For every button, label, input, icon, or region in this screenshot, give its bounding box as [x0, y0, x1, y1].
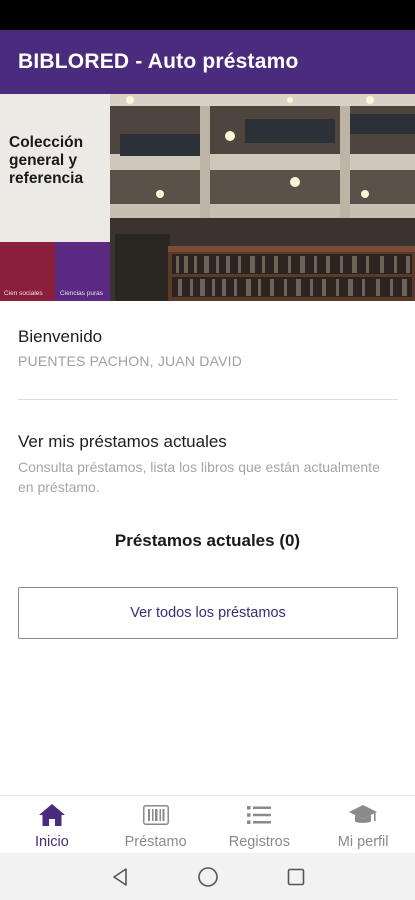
- nav-item-inicio[interactable]: Inicio: [0, 796, 104, 853]
- nav-label-mi-perfil: Mi perfil: [337, 834, 389, 850]
- welcome-block: Bienvenido PUENTES PACHON, JUAN DAVID: [18, 327, 242, 369]
- user-name: PUENTES PACHON, JUAN DAVID: [18, 353, 243, 369]
- nav-item-prestamo[interactable]: Préstamo: [104, 796, 208, 853]
- divider: [18, 399, 398, 400]
- welcome-title: Bienvenido: [18, 327, 103, 346]
- recents-square-icon[interactable]: [283, 864, 309, 890]
- library-photo: [0, 94, 415, 301]
- list-icon: [247, 803, 272, 827]
- barcode-icon: [142, 803, 169, 827]
- graduation-cap-icon: [348, 803, 378, 827]
- loans-section-title: Ver mis préstamos actuales: [18, 432, 227, 451]
- system-navigation-bar: [0, 853, 415, 900]
- app-title: BIBLORED - Auto préstamo: [18, 50, 299, 73]
- home-circle-icon[interactable]: [195, 864, 221, 890]
- nav-item-mi-perfil[interactable]: Mi perfil: [311, 796, 415, 853]
- hero-label-left: Cien sociales: [4, 290, 43, 297]
- hero-sign-text: Colección general y referencia: [9, 134, 84, 187]
- bottom-nav: Inicio Préstamo Registros Mi perfil: [0, 795, 415, 853]
- hero-image: Colección general y referencia Cien soci…: [0, 94, 415, 301]
- nav-label-registros: Registros: [228, 834, 290, 850]
- current-loans-count: Préstamos actuales (0): [114, 531, 301, 550]
- app-bar: BIBLORED - Auto préstamo: [0, 30, 415, 94]
- back-icon[interactable]: [107, 864, 133, 890]
- home-icon: [38, 803, 66, 827]
- status-bar: [0, 0, 415, 30]
- hero-label-right: Ciencias puras: [60, 290, 103, 297]
- view-all-loans-button[interactable]: Ver todos los préstamos: [18, 587, 398, 639]
- loans-section-description: Consulta préstamos, lista los libros que…: [18, 459, 380, 495]
- nav-item-registros[interactable]: Registros: [208, 796, 312, 853]
- loans-section: Ver mis préstamos actuales Consulta prés…: [18, 432, 398, 497]
- nav-label-prestamo: Préstamo: [124, 834, 187, 850]
- nav-label-inicio: Inicio: [34, 834, 69, 850]
